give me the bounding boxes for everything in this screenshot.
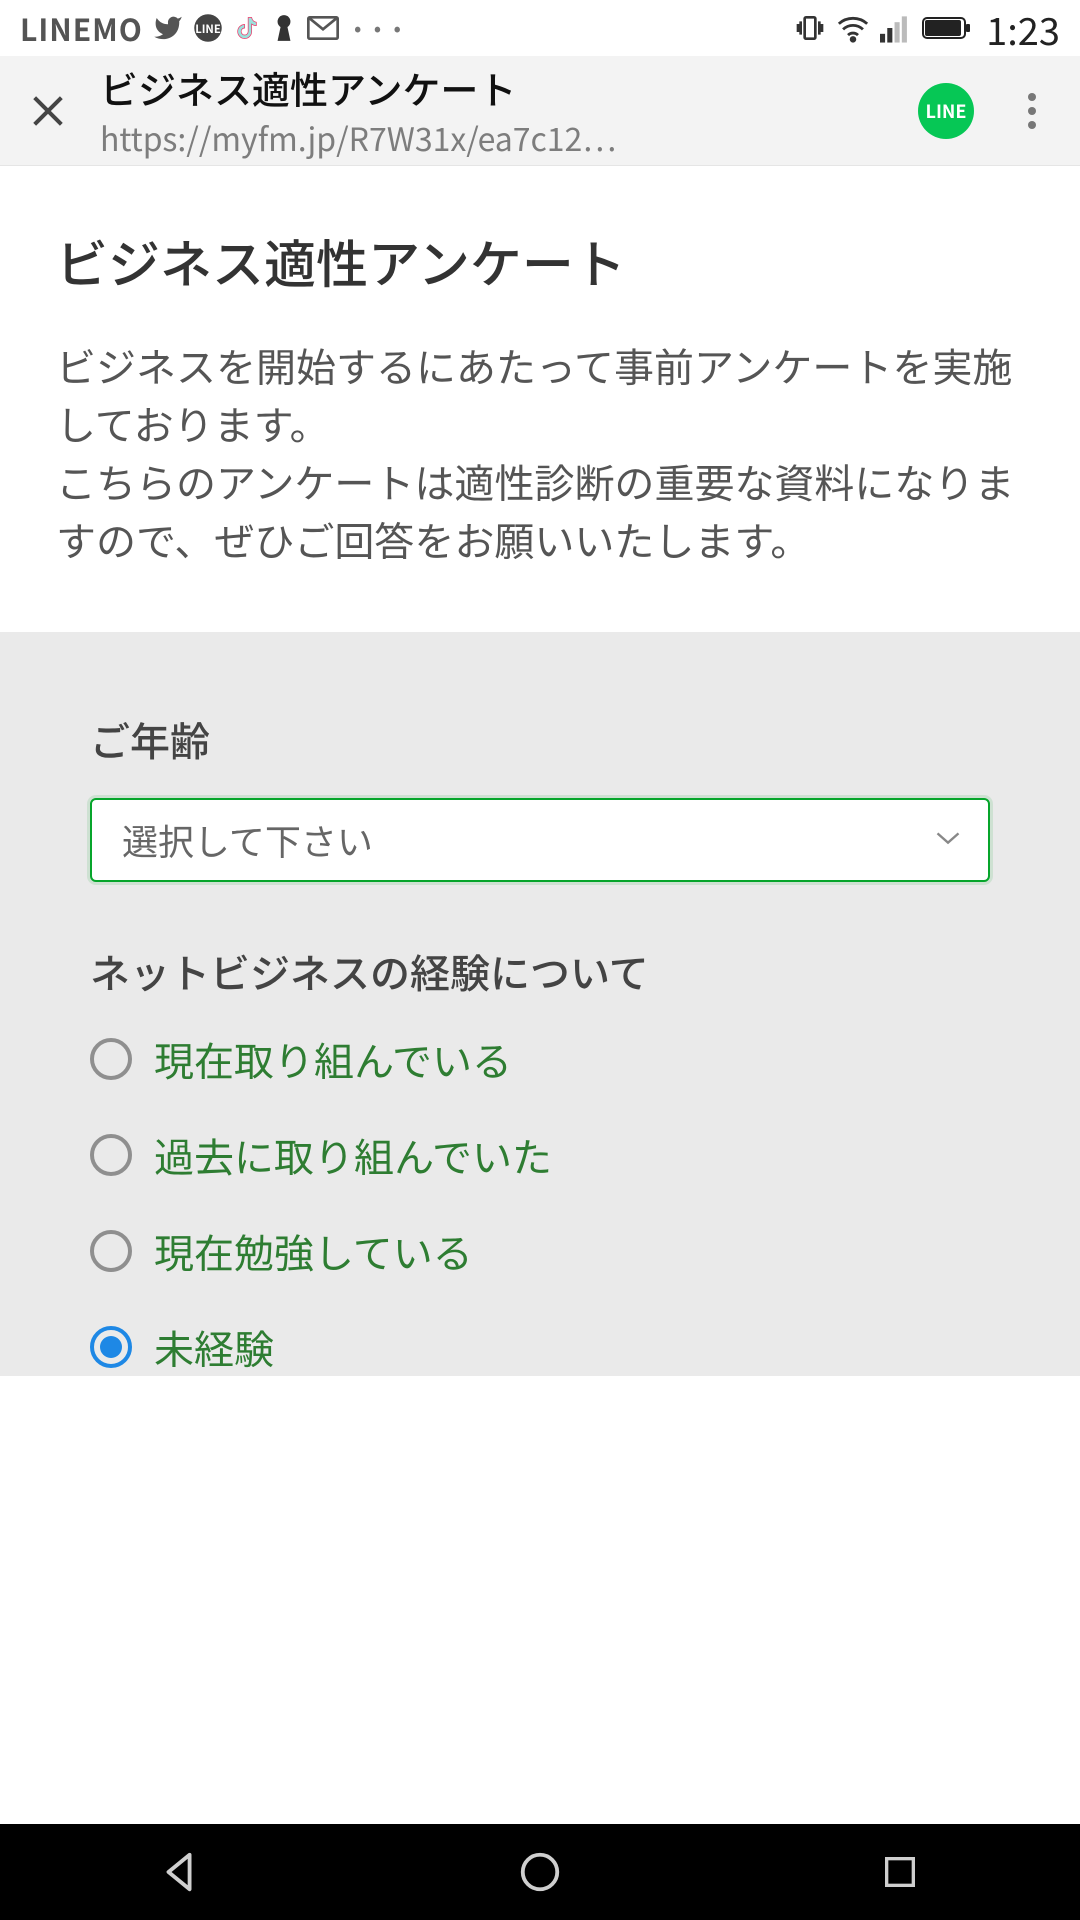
twitter-icon <box>153 13 183 43</box>
dot-icon <box>1028 121 1036 129</box>
back-button[interactable] <box>120 1842 240 1902</box>
radio-label: 未経験 <box>154 1318 274 1376</box>
status-left: LINEMO LINE ··· <box>20 6 408 50</box>
survey-description-line1: ビジネスを開始するにあたって事前アンケートを実施しております。 <box>56 336 1012 452</box>
svg-text:LINE: LINE <box>195 21 221 37</box>
carrier-label: LINEMO <box>20 6 143 50</box>
gmail-icon <box>307 15 339 41</box>
line-notification-icon: LINE <box>193 13 223 43</box>
age-select[interactable]: 選択して下さい <box>90 798 990 882</box>
chevron-down-icon <box>934 828 962 852</box>
radio-icon <box>90 1134 132 1176</box>
header-title-block: ビジネス適性アンケート https://myfm.jp/R7W31x/ea7c1… <box>100 60 890 161</box>
intro-card: ビジネス適性アンケート ビジネスを開始するにあたって事前アンケートを実施しており… <box>0 166 1080 632</box>
radio-icon <box>90 1038 132 1080</box>
more-apps-icon: ··· <box>349 6 408 50</box>
page-body: ビジネス適性アンケート ビジネスを開始するにあたって事前アンケートを実施しており… <box>0 166 1080 1376</box>
radio-option-current[interactable]: 現在取り組んでいる <box>90 1030 990 1088</box>
close-button[interactable] <box>24 87 72 135</box>
radio-option-past[interactable]: 過去に取り組んでいた <box>90 1126 990 1184</box>
radio-label: 現在取り組んでいる <box>154 1030 512 1088</box>
form-area: ご年齢 選択して下さい ネットビジネスの経験について 現在取り組んでいる 過去に… <box>0 632 1080 1376</box>
age-select-value: 選択して下さい <box>122 814 373 866</box>
radio-icon <box>90 1230 132 1272</box>
browser-header: ビジネス適性アンケート https://myfm.jp/R7W31x/ea7c1… <box>0 56 1080 166</box>
dot-icon <box>1028 107 1036 115</box>
question-experience-label: ネットビジネスの経験について <box>90 942 990 1000</box>
radio-option-none[interactable]: 未経験 <box>90 1318 990 1376</box>
page-title: ビジネス適性アンケート <box>100 60 890 115</box>
survey-description-line2: こちらのアンケートは適性診断の重要な資料になりますので、ぜひご回答をお願いいたし… <box>56 452 1014 568</box>
signal-icon <box>880 13 912 43</box>
line-app-icon[interactable]: LINE <box>918 83 974 139</box>
battery-icon <box>922 15 972 41</box>
status-bar: LINEMO LINE ··· 1:23 <box>0 0 1080 56</box>
clock-label: 1:23 <box>986 1 1060 56</box>
survey-title: ビジネス適性アンケート <box>56 226 1024 296</box>
tiktok-icon <box>233 14 261 42</box>
dot-icon <box>1028 93 1036 101</box>
vibrate-icon <box>794 12 826 44</box>
android-nav-bar <box>0 1824 1080 1920</box>
overflow-menu-button[interactable] <box>1008 87 1056 135</box>
radio-icon-selected <box>90 1326 132 1368</box>
radio-option-studying[interactable]: 現在勉強している <box>90 1222 990 1280</box>
recent-apps-button[interactable] <box>840 1842 960 1902</box>
keyhole-icon <box>271 13 297 43</box>
status-right: 1:23 <box>794 1 1060 56</box>
home-button[interactable] <box>480 1842 600 1902</box>
radio-label: 現在勉強している <box>154 1222 473 1280</box>
survey-description: ビジネスを開始するにあたって事前アンケートを実施しております。 こちらのアンケー… <box>56 336 1024 568</box>
page-url: https://myfm.jp/R7W31x/ea7c12… <box>100 115 890 161</box>
line-app-label: LINE <box>926 98 967 124</box>
radio-label: 過去に取り組んでいた <box>154 1126 552 1184</box>
experience-radio-group: 現在取り組んでいる 過去に取り組んでいた 現在勉強している 未経験 <box>90 1030 990 1376</box>
wifi-icon <box>836 13 870 43</box>
question-age-label: ご年齢 <box>90 710 990 768</box>
